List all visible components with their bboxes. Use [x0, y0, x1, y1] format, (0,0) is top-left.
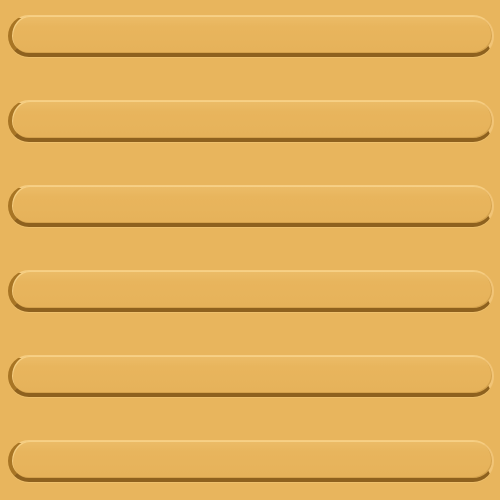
raised-guidance-bar-6 — [8, 440, 494, 482]
raised-guidance-bar-5 — [8, 355, 494, 397]
tactile-paving-tile — [0, 0, 500, 500]
raised-guidance-bar-4 — [8, 270, 494, 312]
raised-guidance-bar-3 — [8, 185, 494, 227]
raised-guidance-bar-2 — [8, 100, 494, 142]
raised-guidance-bar-1 — [8, 15, 494, 57]
